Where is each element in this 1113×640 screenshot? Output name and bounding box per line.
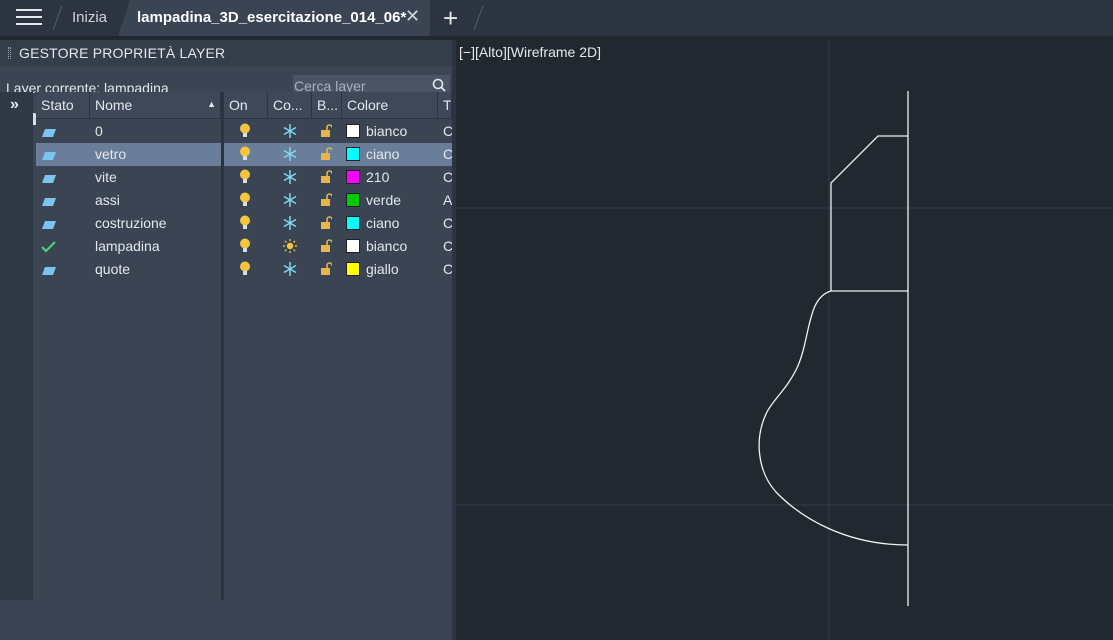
color-swatch[interactable]: [346, 147, 360, 161]
color-name[interactable]: verde: [366, 192, 401, 208]
linetype-cell[interactable]: C: [443, 169, 452, 185]
snowflake-icon[interactable]: [283, 262, 297, 279]
layer-list: Stato Nome ▲ On Co... B... Colore T 0 bi…: [36, 92, 452, 600]
column-header-on[interactable]: On: [224, 92, 268, 119]
color-name[interactable]: 210: [366, 169, 389, 185]
layer-icon[interactable]: [41, 217, 57, 233]
lightbulb-profile[interactable]: [758, 91, 909, 606]
table-row[interactable]: costruzione ciano C: [36, 212, 452, 235]
color-swatch[interactable]: [346, 170, 360, 184]
new-tab-icon[interactable]: +: [443, 3, 458, 34]
search-icon[interactable]: [432, 78, 446, 92]
color-name[interactable]: ciano: [366, 146, 399, 162]
sun-icon[interactable]: [283, 239, 297, 256]
base-profile[interactable]: [830, 135, 908, 291]
unlock-icon[interactable]: [320, 124, 332, 140]
linetype-cell[interactable]: C: [443, 238, 452, 254]
layer-name[interactable]: vetro: [95, 146, 126, 162]
background-grid: [456, 40, 1113, 640]
table-row[interactable]: vetro ciano C: [36, 143, 452, 166]
lightbulb-icon[interactable]: [239, 169, 251, 187]
lightbulb-icon[interactable]: [239, 261, 251, 279]
tab-drawing-label: lampadina_3D_esercitazione_014_06*: [137, 9, 407, 26]
layer-name[interactable]: quote: [95, 261, 130, 277]
tab-separator: [473, 6, 484, 30]
layer-icon[interactable]: [41, 194, 57, 210]
column-header-nome[interactable]: Nome ▲: [90, 92, 221, 119]
lightbulb-icon[interactable]: [239, 215, 251, 233]
layer-icon[interactable]: [41, 263, 57, 279]
linetype-cell[interactable]: C: [443, 261, 452, 277]
layer-name[interactable]: assi: [95, 192, 120, 208]
unlock-icon[interactable]: [320, 216, 332, 232]
tab-separator: [52, 6, 63, 30]
column-header-colore[interactable]: Colore: [342, 92, 438, 119]
color-swatch[interactable]: [346, 262, 360, 276]
bulb-curve[interactable]: [758, 290, 909, 546]
column-header-tipo[interactable]: T: [438, 92, 452, 119]
table-row[interactable]: assi verde A: [36, 189, 452, 212]
lightbulb-icon[interactable]: [239, 238, 251, 256]
color-swatch[interactable]: [346, 216, 360, 230]
table-row[interactable]: vite 210 C: [36, 166, 452, 189]
viewport-controls[interactable]: [−][Alto][Wireframe 2D]: [459, 44, 601, 60]
snowflake-icon[interactable]: [283, 124, 297, 141]
snowflake-icon[interactable]: [283, 216, 297, 233]
unlock-icon[interactable]: [320, 193, 332, 209]
layer-icon[interactable]: [41, 148, 57, 164]
linetype-cell[interactable]: C: [443, 215, 452, 231]
menu-icon[interactable]: [16, 9, 42, 27]
unlock-icon[interactable]: [320, 239, 332, 255]
tab-bar: Inizia lampadina_3D_esercitazione_014_06…: [0, 0, 1113, 36]
color-swatch[interactable]: [346, 239, 360, 253]
unlock-icon[interactable]: [320, 147, 332, 163]
snowflake-icon[interactable]: [283, 170, 297, 187]
palette-title: GESTORE PROPRIETÀ LAYER: [19, 45, 226, 61]
lightbulb-icon[interactable]: [239, 123, 251, 141]
table-row[interactable]: quote giallo C: [36, 258, 452, 281]
linetype-cell[interactable]: C: [443, 123, 452, 139]
color-name[interactable]: bianco: [366, 123, 407, 139]
drawing-canvas[interactable]: [456, 40, 1113, 640]
column-header-nome-label: Nome: [95, 97, 133, 113]
color-name[interactable]: giallo: [366, 261, 399, 277]
tab-home[interactable]: Inizia: [72, 9, 107, 26]
drawing-viewport[interactable]: [−][Alto][Wireframe 2D]: [456, 40, 1113, 640]
layer-icon[interactable]: [41, 171, 57, 187]
column-header-stato[interactable]: Stato: [36, 92, 90, 119]
layer-name[interactable]: 0: [95, 123, 103, 139]
palette-title-bar[interactable]: GESTORE PROPRIETÀ LAYER: [0, 40, 452, 66]
check-icon[interactable]: [41, 240, 57, 256]
color-swatch[interactable]: [346, 124, 360, 138]
snowflake-icon[interactable]: [283, 193, 297, 210]
unlock-icon[interactable]: [320, 170, 332, 186]
lightbulb-icon[interactable]: [239, 192, 251, 210]
color-swatch[interactable]: [346, 193, 360, 207]
linetype-cell[interactable]: A: [443, 192, 452, 208]
table-row[interactable]: lampadina bianco C: [36, 235, 452, 258]
column-header-blocca[interactable]: B...: [312, 92, 342, 119]
grip-icon[interactable]: [8, 47, 11, 59]
sort-ascending-icon: ▲: [207, 99, 216, 109]
color-name[interactable]: ciano: [366, 215, 399, 231]
filter-panel-toggle[interactable]: »: [0, 92, 33, 600]
snowflake-icon[interactable]: [283, 147, 297, 164]
color-name[interactable]: bianco: [366, 238, 407, 254]
column-header-congela[interactable]: Co...: [268, 92, 312, 119]
layer-name[interactable]: lampadina: [95, 238, 160, 254]
table-row[interactable]: 0 bianco C: [36, 120, 452, 143]
unlock-icon[interactable]: [320, 262, 332, 278]
close-icon[interactable]: ✕: [405, 6, 420, 27]
layer-icon[interactable]: [41, 125, 57, 141]
linetype-cell[interactable]: C: [443, 146, 452, 162]
layer-name[interactable]: costruzione: [95, 215, 167, 231]
layer-name[interactable]: vite: [95, 169, 117, 185]
tab-drawing[interactable]: lampadina_3D_esercitazione_014_06* ✕: [118, 0, 430, 36]
lightbulb-icon[interactable]: [239, 146, 251, 164]
double-chevron-right-icon[interactable]: »: [10, 96, 19, 114]
